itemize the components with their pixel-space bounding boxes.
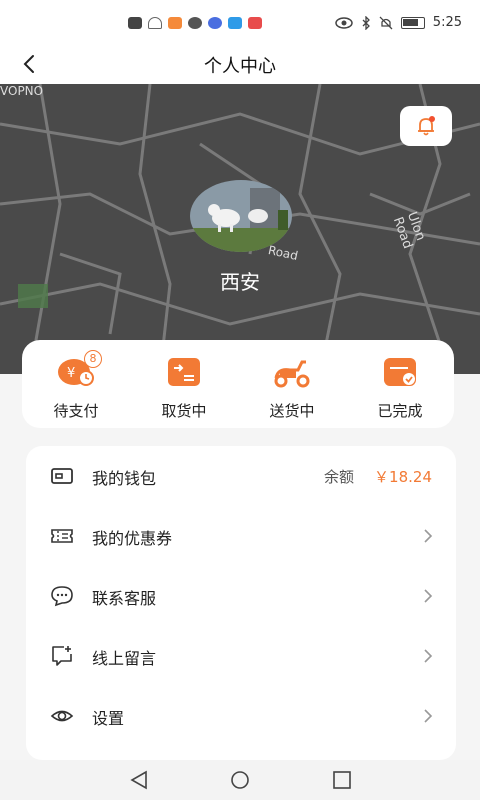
home-circle-icon[interactable] <box>229 770 251 790</box>
message-add-icon <box>52 646 72 666</box>
order-pending-label: 待支付 <box>53 402 99 420</box>
avatar[interactable] <box>190 180 292 252</box>
settings-menu: 我的钱包 余额 ￥18.24 我的优惠券 联系客服 线上留言 设置 <box>26 446 456 760</box>
balance-label: 余额 <box>323 468 354 486</box>
order-pending-payment[interactable]: ¥ 8 待支付 <box>22 340 130 428</box>
scooter-icon <box>274 360 310 388</box>
menu-item-coupons[interactable]: 我的优惠券 <box>26 506 456 566</box>
avatar-image <box>190 180 292 252</box>
status-right: 5:25 <box>335 15 462 30</box>
browser-icon <box>208 17 222 29</box>
notification-icons <box>128 17 262 29</box>
wallet-icon <box>51 468 73 484</box>
qq-icon <box>228 17 242 29</box>
mute-icon <box>379 16 393 29</box>
bell-icon <box>418 116 435 136</box>
menu-item-customer-service[interactable]: 联系客服 <box>26 566 456 626</box>
back-triangle-icon[interactable] <box>128 770 150 790</box>
battery-icon <box>400 16 425 29</box>
user-city: 西安 <box>220 270 260 294</box>
balance-value: ￥18.24 <box>374 468 432 486</box>
chevron-right-icon <box>424 709 433 723</box>
order-delivering-label: 送货中 <box>269 402 315 420</box>
video-app-icon <box>168 17 182 29</box>
system-nav-bar <box>0 760 480 800</box>
menu-label-coupons: 我的优惠券 <box>92 529 173 548</box>
pickup-icon <box>168 358 200 386</box>
menu-item-wallet[interactable]: 我的钱包 余额 ￥18.24 <box>26 446 456 506</box>
eye-status-icon <box>335 16 353 29</box>
completed-icon <box>384 358 416 386</box>
map-header: Ulon Road Road VOPNO 西安 <box>0 84 480 374</box>
chevron-right-icon <box>424 529 433 543</box>
chevron-right-icon <box>424 649 433 663</box>
chat-icon <box>51 586 73 607</box>
menu-label-customer-service: 联系客服 <box>92 589 157 608</box>
mail-icon <box>248 17 262 29</box>
app-icon <box>188 17 202 29</box>
status-bar: 5:25 <box>0 0 480 44</box>
recent-apps-icon[interactable] <box>331 770 353 790</box>
menu-item-online-message[interactable]: 线上留言 <box>26 626 456 686</box>
chevron-right-icon <box>424 589 433 603</box>
menu-label-settings: 设置 <box>92 709 125 728</box>
pending-badge: 8 <box>84 350 102 368</box>
menu-item-settings[interactable]: 设置 <box>26 686 456 746</box>
menu-label-wallet: 我的钱包 <box>92 469 157 488</box>
menu-label-online-message: 线上留言 <box>92 649 157 668</box>
eye-icon <box>50 710 74 722</box>
order-completed-label: 已完成 <box>377 402 423 420</box>
wifi-icon <box>148 17 162 29</box>
order-status-card: ¥ 8 待支付 取货中 送货中 已完成 <box>22 340 454 428</box>
map-label-vopno: VOPNO <box>0 84 44 98</box>
nav-bar: 个人中心 <box>0 44 480 84</box>
svg-text:¥: ¥ <box>67 366 75 381</box>
notification-button[interactable] <box>400 106 452 146</box>
order-picking-up[interactable]: 取货中 <box>130 340 238 428</box>
bluetooth-icon <box>362 15 370 30</box>
alert-icon <box>128 17 142 29</box>
status-time: 5:25 <box>432 15 462 30</box>
order-completed[interactable]: 已完成 <box>346 340 454 428</box>
coupon-icon <box>51 529 73 543</box>
page-title: 个人中心 <box>204 56 276 77</box>
order-picking-label: 取货中 <box>161 402 207 420</box>
order-delivering[interactable]: 送货中 <box>238 340 346 428</box>
